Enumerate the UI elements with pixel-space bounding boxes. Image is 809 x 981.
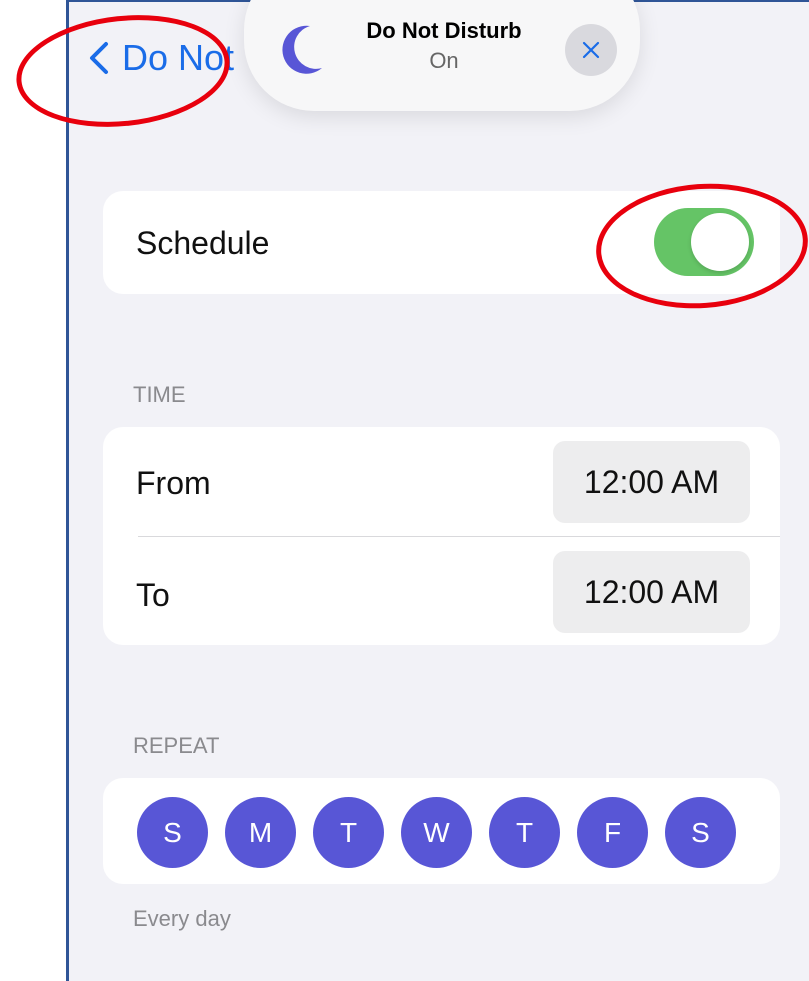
day-monday[interactable]: M (225, 797, 296, 868)
schedule-label: Schedule (136, 225, 270, 261)
day-friday[interactable]: F (577, 797, 648, 868)
banner-title: Do Not Disturb (366, 18, 522, 43)
time-section-header: TIME (133, 382, 186, 407)
repeat-section-header: REPEAT (133, 733, 220, 758)
day-wednesday[interactable]: W (401, 797, 472, 868)
close-button[interactable] (565, 24, 617, 76)
to-label: To (136, 577, 170, 613)
from-time-picker[interactable]: 12:00 AM (553, 441, 750, 523)
day-thursday[interactable]: T (489, 797, 560, 868)
to-time-picker[interactable]: 12:00 AM (553, 551, 750, 633)
close-icon (582, 41, 600, 59)
day-saturday[interactable]: S (665, 797, 736, 868)
from-label: From (136, 465, 211, 501)
repeat-card: S M T W T F S (103, 778, 780, 884)
day-sunday[interactable]: S (137, 797, 208, 868)
banner-status: On (429, 48, 459, 73)
time-card: From 12:00 AM To 12:00 AM (103, 427, 780, 645)
day-selector: S M T W T F S (137, 797, 736, 868)
repeat-summary: Every day (133, 906, 231, 931)
focus-status-banner[interactable]: Do Not Disturb On (244, 0, 640, 111)
moon-icon (282, 25, 322, 74)
day-tuesday[interactable]: T (313, 797, 384, 868)
row-divider (138, 536, 780, 537)
